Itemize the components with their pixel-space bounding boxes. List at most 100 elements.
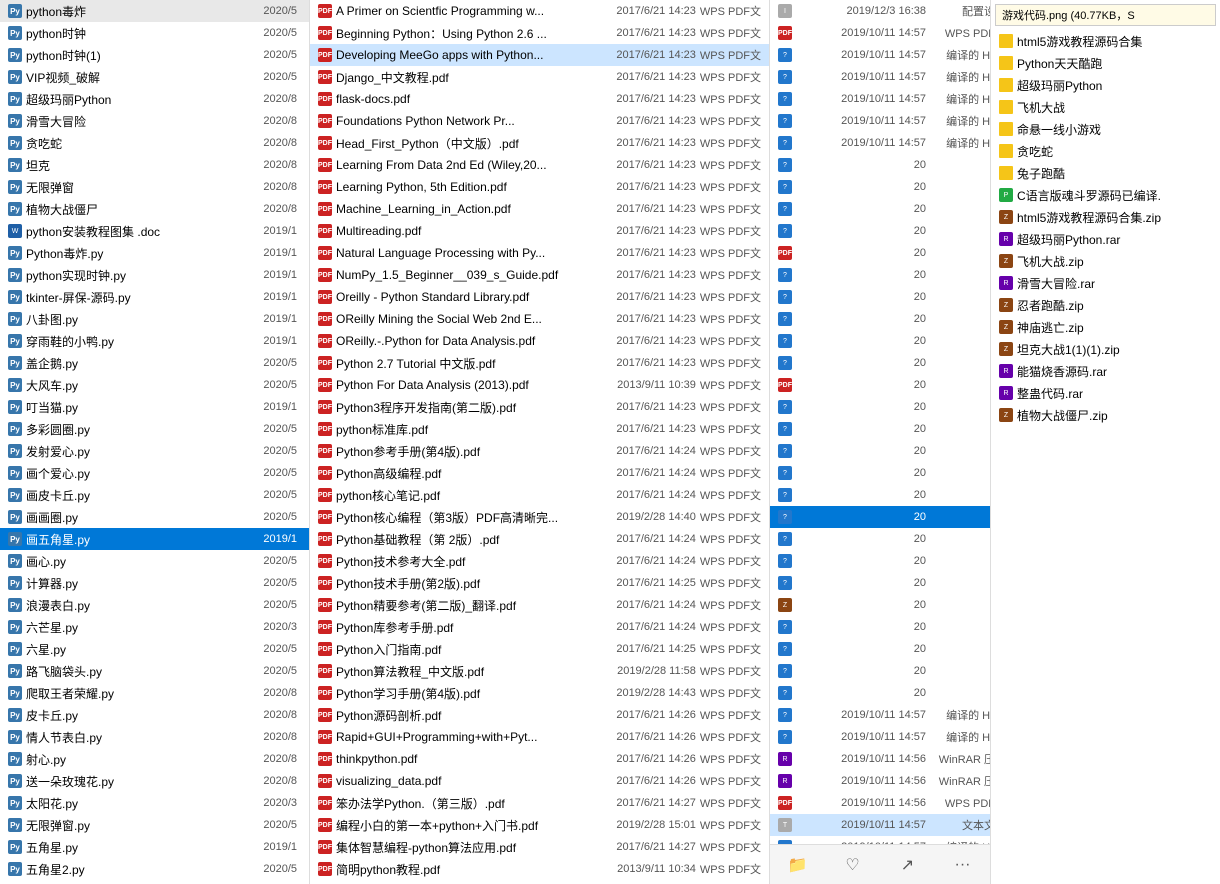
list-item[interactable]: PyVIP视频_破解2020/5	[0, 66, 309, 88]
list-item[interactable]: Pypython时钟(1)2020/5	[0, 44, 309, 66]
list-item[interactable]: PDFPython源码剖析.pdf2017/6/21 14:26WPS PDF文	[310, 704, 769, 726]
list-item[interactable]: PDFPython高级编程.pdf2017/6/21 14:24WPS PDF文	[310, 462, 769, 484]
new-folder-button[interactable]: 📁	[784, 851, 812, 879]
list-item[interactable]: ?SQL(1).chm20	[770, 616, 990, 638]
list-item[interactable]: PDFpython核心笔记.pdf2017/6/21 14:24WPS PDF文	[310, 484, 769, 506]
list-item[interactable]: PDFMultireading.pdf2017/6/21 14:23WPS PD…	[310, 220, 769, 242]
list-item[interactable]: PDFDjango_中文教程.pdf2017/6/21 14:23WPS PDF…	[310, 66, 769, 88]
list-item[interactable]: Py路飞脑袋头.py2020/5	[0, 660, 309, 682]
list-item[interactable]: ?xHTML参考手册.chm2019/10/11 14:57编译的 HTM	[770, 704, 990, 726]
list-item[interactable]: ?CSS 3.0参考手册.chm2019/10/11 14:57编译的 HTM	[770, 132, 990, 154]
list-item[interactable]: Py植物大战僵尸2020/8	[0, 198, 309, 220]
sidebar-folder-item[interactable]: html5游戏教程源码合集	[991, 30, 1220, 52]
list-item[interactable]: PDF精通JavaScript(图灵计算机科学丛书).pdf2019/10/11…	[770, 792, 990, 814]
list-item[interactable]: PDFMachine_Learning_in_Action.pdf2017/6/…	[310, 198, 769, 220]
list-item[interactable]: ?网页制作完全手册.chm2019/10/11 14:57编译的 HTM	[770, 836, 990, 844]
list-item[interactable]: Py盖企鹅.py2020/5	[0, 352, 309, 374]
list-item[interactable]: Py超级玛丽Python2020/8	[0, 88, 309, 110]
list-item[interactable]: Pypython时钟2020/5	[0, 22, 309, 44]
list-item[interactable]: PDFPython库参考手册.pdf2017/6/21 14:24WPS PDF…	[310, 616, 769, 638]
list-item[interactable]: PDFpython标准库.pdf2017/6/21 14:23WPS PDF文	[310, 418, 769, 440]
list-item[interactable]: Py画皮卡丘.py2020/5	[0, 484, 309, 506]
list-item[interactable]: PDFHTML5移动开发即学即用[双色].pdf20	[770, 242, 990, 264]
list-item[interactable]: PDFOreilly - Python Standard Library.pdf…	[310, 286, 769, 308]
list-item[interactable]: Py无限弹窗.py2020/5	[0, 814, 309, 836]
list-item[interactable]: ?Javascript参考手册.chm20	[770, 286, 990, 308]
sidebar-zip-item[interactable]: Z坦克大战1(1)(1).zip	[991, 338, 1220, 360]
list-item[interactable]: PDFOReilly Mining the Social Web 2nd E..…	[310, 308, 769, 330]
list-item[interactable]: PDF集体智慧编程-python算法应用.pdf2017/6/21 14:27W…	[310, 836, 769, 858]
list-item[interactable]: Py无限弹窗2020/8	[0, 176, 309, 198]
list-item[interactable]: ?SQL.chm20	[770, 638, 990, 660]
list-item[interactable]: ?CSS 2.0 中文手册(2).chm2019/10/11 14:57编译的 …	[770, 44, 990, 66]
list-item[interactable]: PDFPython技术手册(第2版).pdf2017/6/21 14:25WPS…	[310, 572, 769, 594]
list-item[interactable]: ?JavaScript核心参考手册.chm20	[770, 352, 990, 374]
list-item[interactable]: PDFthinkpython.pdf2017/6/21 14:26WPS PDF…	[310, 748, 769, 770]
list-item[interactable]: Py五角星.py2019/1	[0, 836, 309, 858]
list-item[interactable]: ?DOM中文手册.chm20	[770, 220, 990, 242]
list-item[interactable]: ?jQuery1.7 中文手册.chm20	[770, 550, 990, 572]
list-item[interactable]: Wpython安装教程图集 .doc2019/1	[0, 220, 309, 242]
list-item[interactable]: ?jQuery 1.4参考手册(1).CHM20	[770, 462, 990, 484]
list-item[interactable]: PDFPython参考手册(第4版).pdf2017/6/21 14:24WPS…	[310, 440, 769, 462]
list-item[interactable]: PDFPython3程序开发指南(第二版).pdf2017/6/21 14:23…	[310, 396, 769, 418]
list-item[interactable]: Py滑雪大冒险2020/8	[0, 110, 309, 132]
list-item[interactable]: ?jQuery 1.3参考手册(1).chm20	[770, 418, 990, 440]
list-item[interactable]: PDFNatural Language Processing with Py..…	[310, 242, 769, 264]
sidebar-zip-item[interactable]: R超级玛丽Python.rar	[991, 228, 1220, 250]
list-item[interactable]: Py向日葵.py2020/5	[0, 880, 309, 884]
list-item[interactable]: PDFRapid+GUI+Programming+with+Pyt...2017…	[310, 726, 769, 748]
list-item[interactable]: Py画画圈.py2020/5	[0, 506, 309, 528]
list-item[interactable]: PDF编程小白的第一本+python+入门书.pdf2019/2/28 15:0…	[310, 814, 769, 836]
list-item[interactable]: ?JDK_API_1_6_zh_CN手册.CHM20	[770, 396, 990, 418]
list-item[interactable]: PDFPython精要参考(第二版)_翻译.pdf2017/6/21 14:24…	[310, 594, 769, 616]
list-item[interactable]: PDFOReilly.-.Python for Data Analysis.pd…	[310, 330, 769, 352]
sidebar-folder-item[interactable]: 兔子跑酷	[991, 162, 1220, 184]
list-item[interactable]: Py大风车.py2020/5	[0, 374, 309, 396]
list-item[interactable]: PDFPython技术参考大全.pdf2017/6/21 14:24WPS PD…	[310, 550, 769, 572]
share-button[interactable]: ↗	[894, 851, 922, 879]
list-item[interactable]: PDFPython核心编程（第3版）PDF高清晰完...2019/2/28 14…	[310, 506, 769, 528]
list-item[interactable]: Py坦克2020/8	[0, 154, 309, 176]
sidebar-zip-item[interactable]: Zhtml5游戏教程源码合集.zip	[991, 206, 1220, 228]
list-item[interactable]: Py六星.py2020/5	[0, 638, 309, 660]
list-item[interactable]: Py情人节表白.py2020/8	[0, 726, 309, 748]
list-item[interactable]: Py送一朵玫瑰花.py2020/8	[0, 770, 309, 792]
list-item[interactable]: R超实用的css代码.rar2019/10/11 14:56WinRAR 压缩	[770, 748, 990, 770]
list-item[interactable]: Py贪吃蛇2020/8	[0, 132, 309, 154]
list-item[interactable]: Py浪漫表白.py2020/5	[0, 594, 309, 616]
list-item[interactable]: ?w3c标准html5手册.chm20	[770, 660, 990, 682]
list-item[interactable]: PDFLearning Python, 5th Edition.pdf2017/…	[310, 176, 769, 198]
list-item[interactable]: Py穿雨鞋的小鸭.py2019/1	[0, 330, 309, 352]
sidebar-zip-item[interactable]: R能猫烧香源码.rar	[991, 360, 1220, 382]
list-item[interactable]: ?jQuery1.7 中文手册(2).chm20	[770, 528, 990, 550]
sidebar-zip-item[interactable]: PC语言版魂斗罗源码已编译.	[991, 184, 1220, 206]
list-item[interactable]: PDFflask-docs.pdf2017/6/21 14:23WPS PDF文	[310, 88, 769, 110]
list-item[interactable]: Py六芒星.py2020/3	[0, 616, 309, 638]
sidebar-folder-item[interactable]: 命悬一线小游戏	[991, 118, 1220, 140]
list-item[interactable]: PDFDeveloping MeeGo apps with Python...2…	[310, 44, 769, 66]
list-item[interactable]: PDFFoundations Python Network Pr...2017/…	[310, 110, 769, 132]
list-item[interactable]: PDF用Python进行自然语言处理.pdf2013/4/13 10:39WPS…	[310, 880, 769, 884]
list-item[interactable]: Zjuery.js.zip20	[770, 594, 990, 616]
sidebar-zip-item[interactable]: Z神庙逃亡.zip	[991, 316, 1220, 338]
list-item[interactable]: PDFPython学习手册(第4版).pdf2019/2/28 14:43WPS…	[310, 682, 769, 704]
list-item[interactable]: ?jquery1.8.3.chm20	[770, 572, 990, 594]
favorite-button[interactable]: ♡	[839, 851, 867, 879]
list-item[interactable]: ?CSS 2.0 中文手册.chm2019/10/11 14:57编译的 HTM	[770, 66, 990, 88]
sidebar-zip-item[interactable]: Z飞机大战.zip	[991, 250, 1220, 272]
list-item[interactable]: ?JavaScript核心参考手册(2).chm20	[770, 330, 990, 352]
list-item[interactable]: Py八卦图.py2019/1	[0, 308, 309, 330]
list-item[interactable]: Py多彩圆圈.py2020/5	[0, 418, 309, 440]
list-item[interactable]: Pytkinter-屏保-源码.py2019/1	[0, 286, 309, 308]
list-item[interactable]: ?jQuery 1.4中文手册.CHM20	[770, 484, 990, 506]
list-item[interactable]: Py皮卡丘.py2020/8	[0, 704, 309, 726]
list-item[interactable]: Py太阳花.py2020/3	[0, 792, 309, 814]
list-item[interactable]: T每个程序员都会的35种小技巧.txt2019/10/11 14:57文本文档	[770, 814, 990, 836]
list-item[interactable]: PDFJavaScript描述面试题.pdf20	[770, 374, 990, 396]
sidebar-zip-item[interactable]: Z植物大战僵尸.zip	[991, 404, 1220, 426]
list-item[interactable]: ?DOM中文手册(2).chm20	[770, 198, 990, 220]
list-item[interactable]: Py爬取王者荣耀.py2020/8	[0, 682, 309, 704]
list-item[interactable]: PDFPython For Data Analysis (2013).pdf20…	[310, 374, 769, 396]
list-item[interactable]: ?xHTML参考手册(1).chm20	[770, 682, 990, 704]
